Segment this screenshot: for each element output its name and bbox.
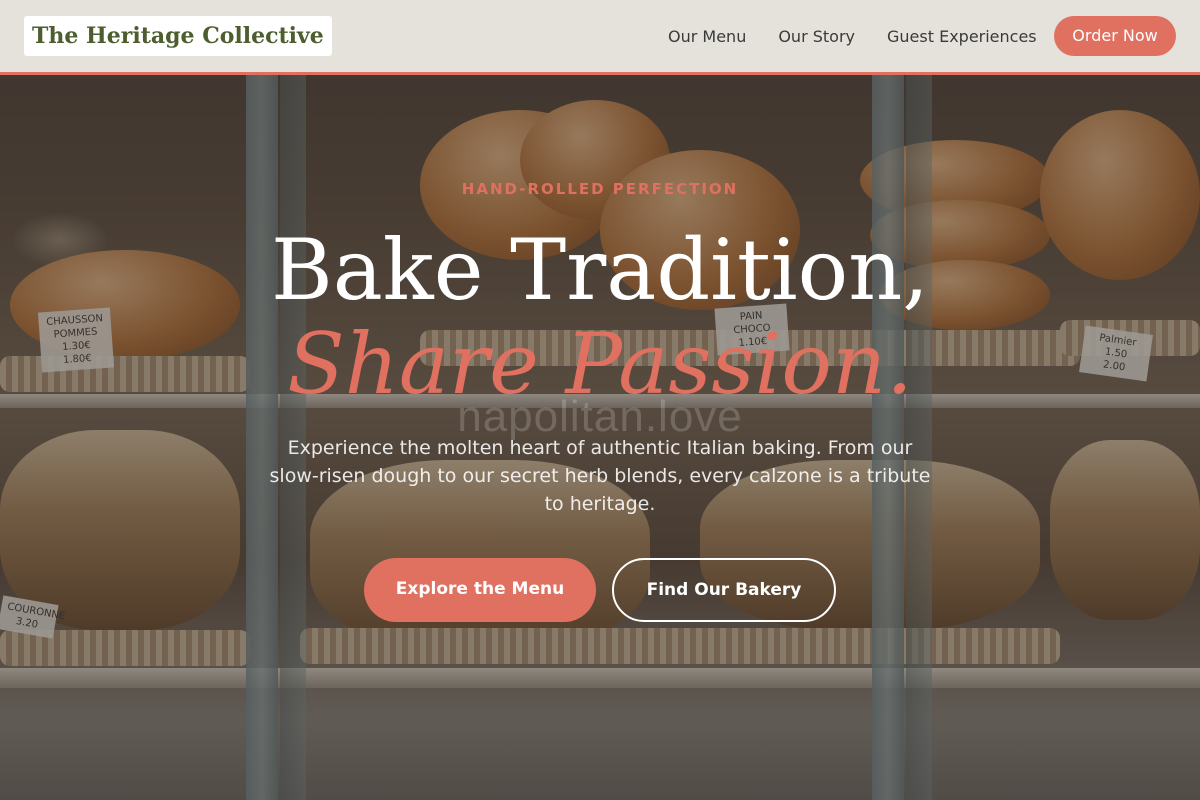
- top-navbar: The Heritage Collective Our Menu Our Sto…: [0, 0, 1200, 75]
- hero-title-line2: Share Passion.: [287, 315, 913, 413]
- page: CHAUSSON POMMES 1.30€ 1.80€ PAIN CHOCO 1…: [0, 0, 1200, 800]
- hero-subtitle: Experience the molten heart of authentic…: [269, 437, 931, 515]
- hero-eyebrow: HAND-ROLLED PERFECTION: [461, 180, 739, 198]
- nav-link-our-story[interactable]: Our Story: [778, 27, 855, 46]
- explore-menu-button[interactable]: Explore the Menu: [364, 558, 596, 622]
- find-bakery-button[interactable]: Find Our Bakery: [612, 558, 836, 622]
- order-now-button[interactable]: Order Now: [1054, 16, 1176, 56]
- nav-links: Our Menu Our Story Guest Experiences: [668, 0, 1069, 72]
- nav-link-guest-experiences[interactable]: Guest Experiences: [887, 27, 1037, 46]
- site-logo[interactable]: The Heritage Collective: [24, 16, 332, 56]
- hero-title-line1: Bake Tradition,: [270, 221, 929, 319]
- nav-link-our-menu[interactable]: Our Menu: [668, 27, 746, 46]
